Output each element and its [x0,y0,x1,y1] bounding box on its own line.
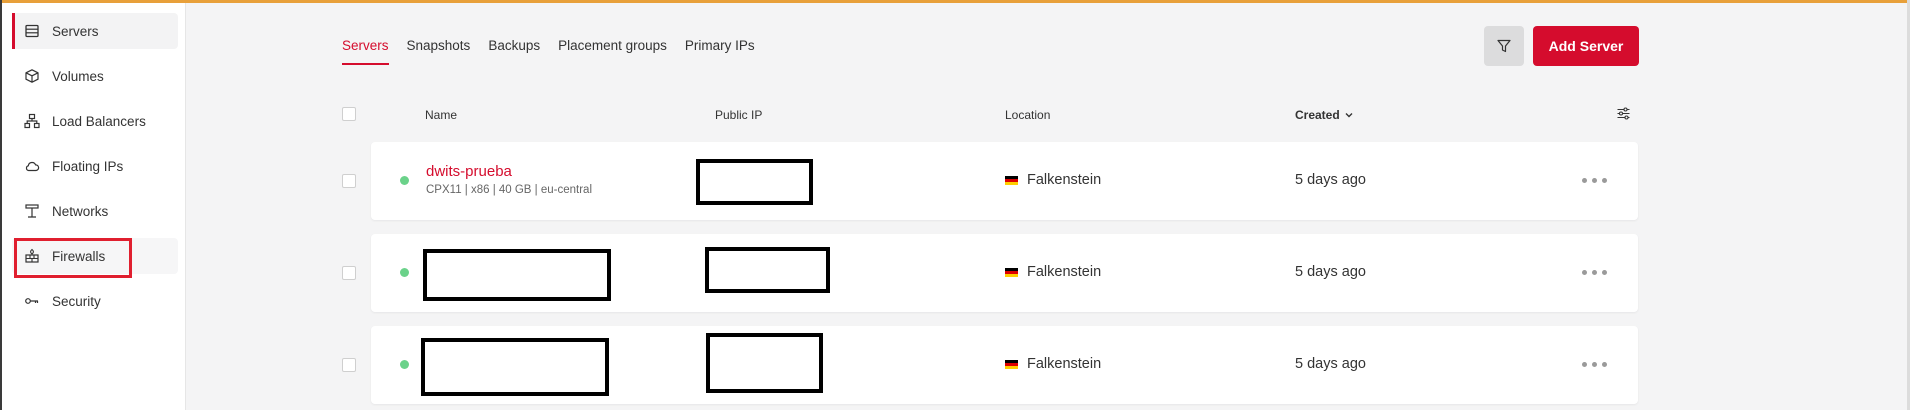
sidebar-item-volumes[interactable]: Volumes [12,58,178,94]
tab-bar: Servers Snapshots Backups Placement grou… [342,38,755,65]
filter-button[interactable] [1484,26,1524,66]
table-row[interactable]: dwits-prueba CPX11 | x86 | 40 GB | eu-ce… [371,142,1638,220]
sidebar-item-label: Load Balancers [52,113,146,129]
select-all-checkbox[interactable] [342,107,356,121]
status-running-indicator [400,268,409,277]
column-header-created-label: Created [1295,108,1340,122]
row-checkbox[interactable] [342,174,356,188]
column-header-public-ip[interactable]: Public IP [715,108,762,122]
status-running-indicator [400,360,409,369]
germany-flag-icon [1005,267,1018,277]
sidebar-item-label: Security [52,293,101,309]
column-header-location[interactable]: Location [1005,108,1050,122]
server-location: Falkenstein [1005,172,1101,188]
server-name-link[interactable]: dwits-prueba [426,163,512,180]
table-header: Name Public IP Location Created [340,106,1640,126]
redacted-server-name [423,249,611,301]
germany-flag-icon [1005,175,1018,185]
redacted-public-ip [696,159,813,205]
cube-icon [25,69,39,83]
sidebar: Servers Volumes Load Balancers Floating … [2,3,186,410]
tab-primary-ips[interactable]: Primary IPs [685,38,755,65]
row-checkbox[interactable] [342,358,356,372]
column-settings-button[interactable] [1616,106,1631,124]
sidebar-item-label: Volumes [52,68,104,84]
load-balancer-icon [24,113,40,129]
sidebar-item-servers[interactable]: Servers [12,13,178,49]
table-row[interactable]: Falkenstein 5 days ago [371,326,1638,404]
sidebar-item-load-balancers[interactable]: Load Balancers [12,103,178,139]
sidebar-item-security[interactable]: Security [12,283,178,319]
sidebar-item-networks[interactable]: Networks [12,193,178,229]
redacted-public-ip [705,247,830,293]
row-actions-menu[interactable] [1582,178,1607,183]
row-actions-menu[interactable] [1582,362,1607,367]
location-label: Falkenstein [1027,356,1102,372]
chevron-down-icon [1345,113,1353,118]
cloud-icon [25,161,40,172]
tab-servers[interactable]: Servers [342,38,389,65]
key-icon [25,298,39,304]
status-running-indicator [400,176,409,185]
tab-backups[interactable]: Backups [488,38,540,65]
server-location: Falkenstein [1005,356,1101,372]
created-time: 5 days ago [1295,356,1366,372]
add-server-button[interactable]: Add Server [1533,26,1639,66]
tab-snapshots[interactable]: Snapshots [407,38,471,65]
server-location: Falkenstein [1005,264,1101,280]
created-time: 5 days ago [1295,172,1366,188]
column-header-name[interactable]: Name [425,108,457,122]
sidebar-item-label: Networks [52,203,109,219]
filter-icon [1497,39,1511,53]
column-header-created[interactable]: Created [1295,108,1354,122]
tab-placement-groups[interactable]: Placement groups [558,38,667,65]
top-accent-line [0,0,1910,3]
sidebar-item-label: Servers [52,23,99,39]
sliders-icon [1617,107,1630,120]
created-time: 5 days ago [1295,264,1366,280]
redacted-public-ip [706,333,823,393]
sidebar-item-floating-ips[interactable]: Floating IPs [12,148,178,184]
row-checkbox[interactable] [342,266,356,280]
redacted-server-name [421,338,609,396]
server-specs: CPX11 | x86 | 40 GB | eu-central [426,184,592,196]
location-label: Falkenstein [1027,264,1102,280]
server-icon [25,24,39,38]
annotation-highlight-box [14,238,132,278]
location-label: Falkenstein [1027,172,1102,188]
sidebar-item-label: Floating IPs [52,158,124,174]
table-row[interactable]: Falkenstein 5 days ago [371,234,1638,312]
row-actions-menu[interactable] [1582,270,1607,275]
network-icon [25,204,39,218]
germany-flag-icon [1005,359,1018,369]
